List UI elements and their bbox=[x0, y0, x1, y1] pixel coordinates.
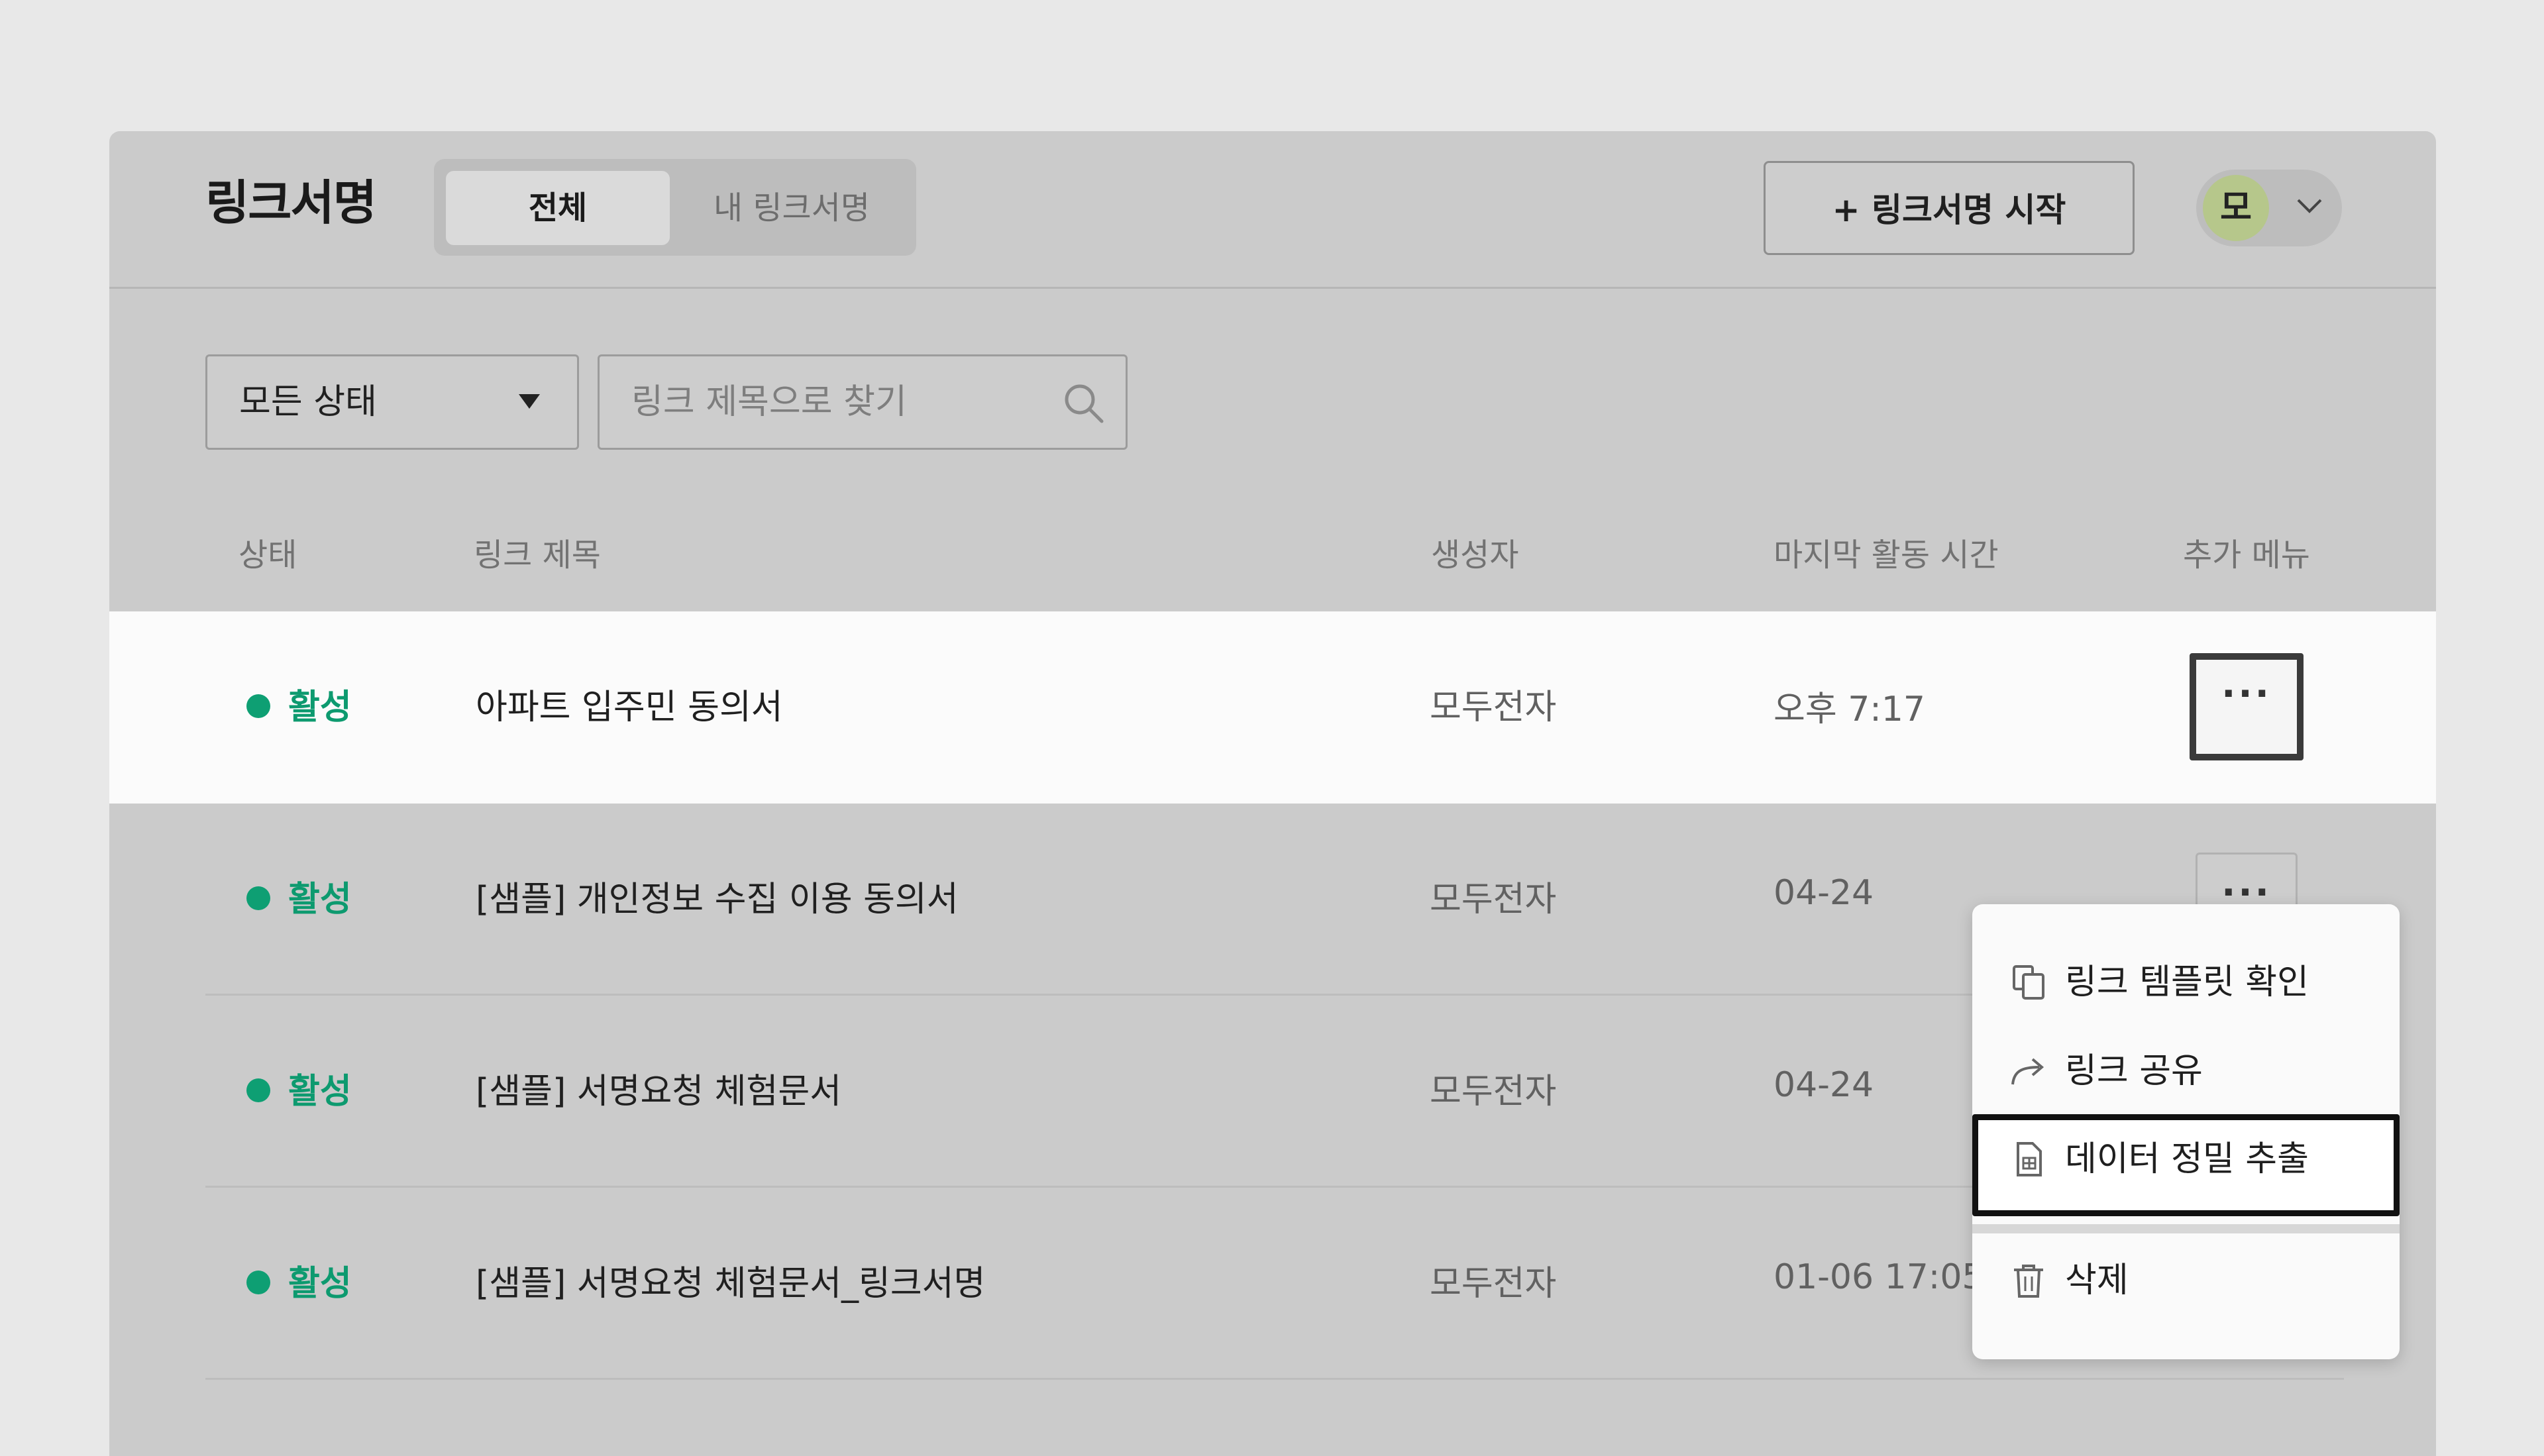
status-dot-icon bbox=[246, 694, 270, 718]
status-badge: 활성 bbox=[288, 880, 352, 919]
column-header-status: 상태 bbox=[238, 537, 297, 574]
tab-my-links[interactable]: 내 링크서명 bbox=[679, 171, 904, 245]
main-panel: 링크서명 전체 내 링크서명 + 링크서명 시작 모 모든 상태 링크 제목으로… bbox=[109, 131, 2436, 1456]
start-link-signing-button[interactable]: + 링크서명 시작 bbox=[1764, 161, 2135, 255]
status-badge: 활성 bbox=[288, 1072, 352, 1112]
link-title[interactable]: [샘플] 서명요청 체험문서 bbox=[476, 1063, 841, 1113]
creator: 모두전자 bbox=[1430, 1072, 1557, 1112]
tab-switcher: 전체 내 링크서명 bbox=[434, 159, 916, 256]
chevron-down-icon bbox=[2297, 199, 2322, 213]
column-header-title: 링크 제목 bbox=[474, 537, 601, 574]
menu-item-label: 링크 공유 bbox=[2065, 1051, 2203, 1091]
menu-divider bbox=[1972, 1224, 2400, 1233]
status-dot-icon bbox=[246, 1271, 270, 1294]
menu-item-view-template[interactable]: 링크 템플릿 확인 bbox=[1972, 937, 2400, 1027]
status-filter-select[interactable]: 모든 상태 bbox=[205, 354, 579, 450]
status-dot-icon bbox=[246, 886, 270, 910]
avatar: 모 bbox=[2203, 175, 2269, 241]
menu-item-data-extraction[interactable]: 데이터 정밀 추출 bbox=[1972, 1114, 2400, 1216]
link-title[interactable]: 아파트 입주민 동의서 bbox=[476, 679, 783, 729]
user-menu[interactable]: 모 bbox=[2196, 170, 2342, 246]
creator: 모두전자 bbox=[1430, 880, 1557, 919]
link-title[interactable]: [샘플] 개인정보 수집 이용 동의서 bbox=[476, 871, 959, 921]
menu-item-label: 링크 템플릿 확인 bbox=[2065, 962, 2309, 1002]
last-activity-time: 01-06 17:05 bbox=[1774, 1257, 1984, 1297]
status-filter-value: 모든 상태 bbox=[239, 382, 377, 422]
search-icon[interactable] bbox=[1062, 382, 1106, 425]
trash-icon bbox=[2014, 1265, 2043, 1298]
search-placeholder: 링크 제목으로 찾기 bbox=[631, 382, 907, 422]
status-badge: 활성 bbox=[288, 1264, 352, 1304]
last-activity-time: 04-24 bbox=[1774, 873, 1874, 913]
document-icon bbox=[2017, 1142, 2042, 1176]
menu-item-share-link[interactable]: 링크 공유 bbox=[1972, 1026, 2400, 1116]
column-header-more-menu: 추가 메뉴 bbox=[2183, 537, 2310, 574]
table-row[interactable]: 활성 아파트 입주민 동의서 모두전자 오후 7:17 ··· bbox=[109, 611, 2436, 804]
column-header-last-activity: 마지막 활동 시간 bbox=[1774, 537, 1999, 574]
page-header: 링크서명 전체 내 링크서명 + 링크서명 시작 모 bbox=[109, 131, 2436, 289]
last-activity-time: 오후 7:17 bbox=[1774, 690, 1925, 729]
copy-icon bbox=[2013, 965, 2044, 1000]
menu-item-label: 데이터 정밀 추출 bbox=[2065, 1139, 2309, 1179]
caret-down-icon bbox=[519, 394, 540, 409]
link-title[interactable]: [샘플] 서명요청 체험문서_링크서명 bbox=[476, 1255, 985, 1305]
share-icon bbox=[2011, 1058, 2044, 1085]
status-badge: 활성 bbox=[288, 688, 352, 727]
more-menu-button[interactable]: ··· bbox=[2190, 653, 2304, 760]
search-input[interactable]: 링크 제목으로 찾기 bbox=[598, 354, 1128, 450]
column-header-creator: 생성자 bbox=[1431, 537, 1519, 574]
last-activity-time: 04-24 bbox=[1774, 1065, 1874, 1105]
creator: 모두전자 bbox=[1430, 1264, 1557, 1304]
creator: 모두전자 bbox=[1430, 688, 1557, 727]
page-title: 링크서명 bbox=[205, 175, 377, 231]
status-dot-icon bbox=[246, 1078, 270, 1102]
tab-all[interactable]: 전체 bbox=[446, 171, 670, 245]
menu-item-delete[interactable]: 삭제 bbox=[1972, 1235, 2400, 1326]
menu-item-label: 삭제 bbox=[2065, 1261, 2129, 1300]
more-menu-dropdown: 링크 템플릿 확인 링크 공유 데이터 정밀 추출 삭제 bbox=[1972, 904, 2400, 1359]
